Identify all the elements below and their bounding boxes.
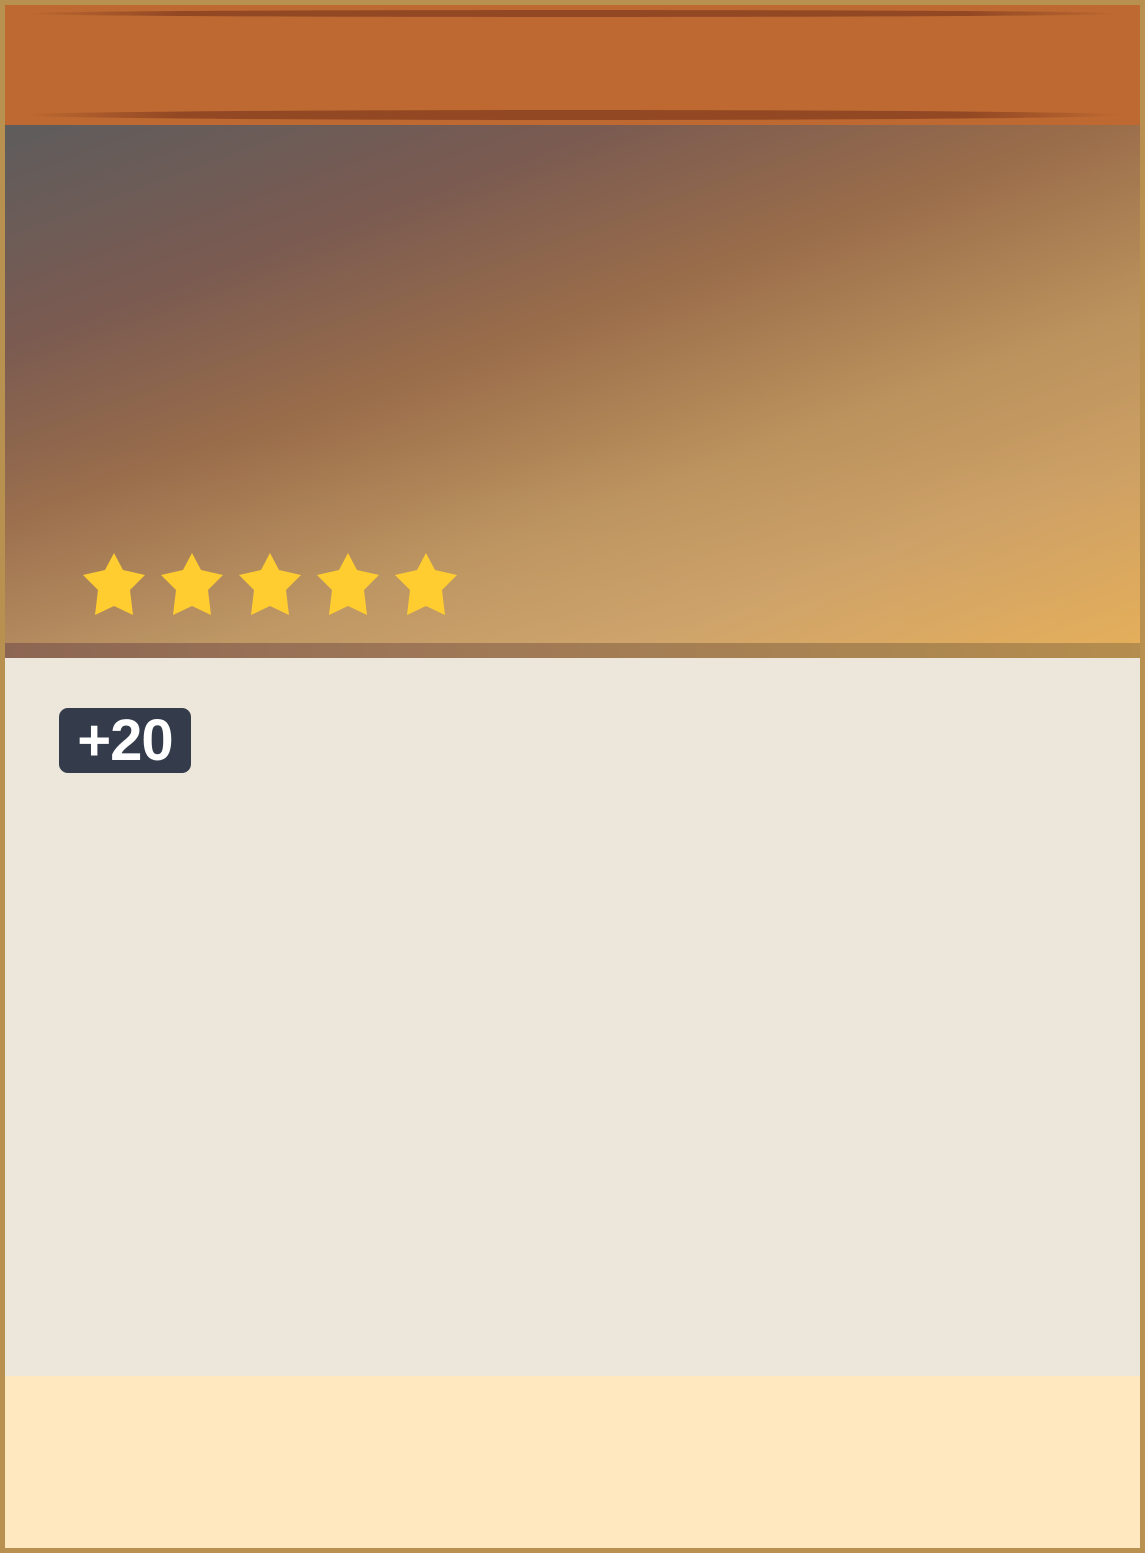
header-bottom-divider	[23, 110, 1122, 120]
game-card[interactable]: +20	[0, 0, 1145, 1553]
card-footer	[5, 1376, 1140, 1548]
star-icon	[239, 553, 301, 615]
artwork-bottom-strip	[5, 643, 1140, 658]
card-body-panel: +20	[5, 658, 1140, 1376]
star-icon	[161, 553, 223, 615]
header-top-divider	[23, 10, 1122, 17]
star-icon	[317, 553, 379, 615]
rarity-stars	[83, 553, 457, 619]
star-icon	[83, 553, 145, 615]
card-header	[5, 5, 1140, 125]
cost-badge: +20	[59, 708, 191, 773]
star-icon	[395, 553, 457, 615]
